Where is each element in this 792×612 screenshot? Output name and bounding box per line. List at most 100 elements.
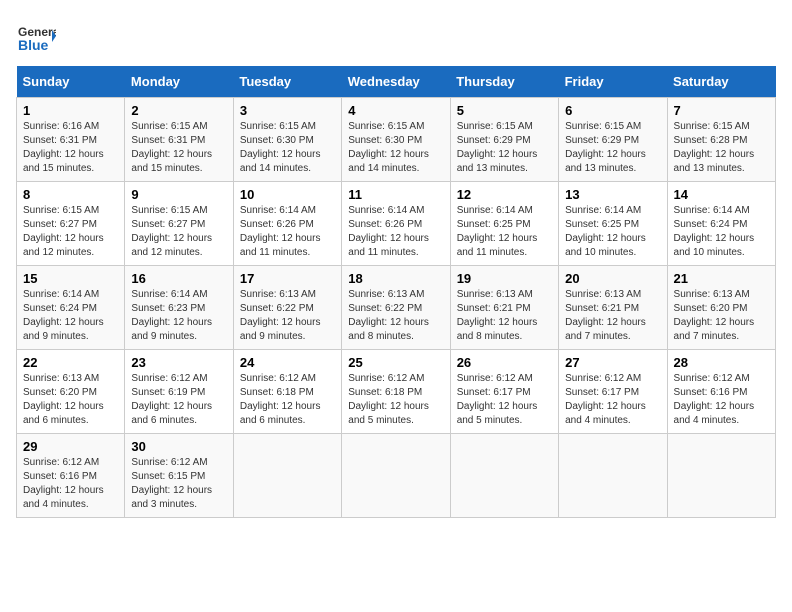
logo: General Blue <box>16 16 56 56</box>
day-number: 20 <box>565 271 660 286</box>
calendar-table: SundayMondayTuesdayWednesdayThursdayFrid… <box>16 66 776 518</box>
day-header-thursday: Thursday <box>450 66 558 98</box>
day-info: Sunrise: 6:12 AM Sunset: 6:18 PM Dayligh… <box>240 372 335 428</box>
calendar-cell: 26 Sunrise: 6:12 AM Sunset: 6:17 PM Dayli… <box>450 350 558 434</box>
calendar-cell: 18Sunrise: 6:13 AM Sunset: 6:22 PM Dayli… <box>342 266 450 350</box>
calendar-cell: 2Sunrise: 6:15 AM Sunset: 6:31 PM Daylig… <box>125 98 233 182</box>
day-info: Sunrise: 6:14 AM Sunset: 6:25 PM Dayligh… <box>457 204 552 260</box>
calendar-cell: 15 Sunrise: 6:14 AM Sunset: 6:24 PM Dayli… <box>17 266 125 350</box>
calendar-cell: 12 Sunrise: 6:14 AM Sunset: 6:25 PM Dayli… <box>450 182 558 266</box>
day-number: 28 <box>674 355 769 370</box>
day-number: 12 <box>457 187 552 202</box>
day-number: 14 <box>674 187 769 202</box>
week-row-2: 8 Sunrise: 6:15 AM Sunset: 6:27 PM Daylig… <box>17 182 776 266</box>
day-number: 2 <box>131 103 226 118</box>
calendar-cell: 8 Sunrise: 6:15 AM Sunset: 6:27 PM Daylig… <box>17 182 125 266</box>
calendar-cell: 17 Sunrise: 6:13 AM Sunset: 6:22 PM Dayli… <box>233 266 341 350</box>
day-number: 30 <box>131 439 226 454</box>
day-number: 7 <box>674 103 769 118</box>
day-number: 19 <box>457 271 552 286</box>
day-info: Sunrise: 6:12 AM Sunset: 6:17 PM Dayligh… <box>565 372 660 428</box>
calendar-cell: 7 Sunrise: 6:15 AM Sunset: 6:28 PM Daylig… <box>667 98 775 182</box>
day-info: Sunrise: 6:12 AM Sunset: 6:17 PM Dayligh… <box>457 372 552 428</box>
calendar-cell: 24 Sunrise: 6:12 AM Sunset: 6:18 PM Dayli… <box>233 350 341 434</box>
day-number: 5 <box>457 103 552 118</box>
calendar-cell <box>450 434 558 518</box>
day-info: Sunrise: 6:12 AM Sunset: 6:18 PM Dayligh… <box>348 372 443 428</box>
day-info: Sunrise: 6:15 AM Sunset: 6:27 PM Dayligh… <box>23 204 118 260</box>
day-info: Sunrise: 6:14 AM Sunset: 6:23 PM Dayligh… <box>131 288 226 344</box>
calendar-cell <box>667 434 775 518</box>
day-info: Sunrise: 6:14 AM Sunset: 6:26 PM Dayligh… <box>348 204 443 260</box>
day-info: Sunrise: 6:14 AM Sunset: 6:24 PM Dayligh… <box>23 288 118 344</box>
calendar-cell: 20 Sunrise: 6:13 AM Sunset: 6:21 PM Dayli… <box>559 266 667 350</box>
calendar-cell: 30 Sunrise: 6:12 AM Sunset: 6:15 PM Dayli… <box>125 434 233 518</box>
day-number: 27 <box>565 355 660 370</box>
day-info: Sunrise: 6:14 AM Sunset: 6:26 PM Dayligh… <box>240 204 335 260</box>
day-header-saturday: Saturday <box>667 66 775 98</box>
day-number: 23 <box>131 355 226 370</box>
day-number: 6 <box>565 103 660 118</box>
day-number: 16 <box>131 271 226 286</box>
calendar-cell: 6 Sunrise: 6:15 AM Sunset: 6:29 PM Daylig… <box>559 98 667 182</box>
day-number: 4 <box>348 103 443 118</box>
calendar-cell: 13 Sunrise: 6:14 AM Sunset: 6:25 PM Dayli… <box>559 182 667 266</box>
day-header-tuesday: Tuesday <box>233 66 341 98</box>
calendar-cell <box>559 434 667 518</box>
day-number: 25 <box>348 355 443 370</box>
day-header-friday: Friday <box>559 66 667 98</box>
day-info: Sunrise: 6:15 AM Sunset: 6:29 PM Dayligh… <box>457 120 552 176</box>
day-info: Sunrise: 6:15 AM Sunset: 6:30 PM Dayligh… <box>348 120 443 176</box>
day-number: 24 <box>240 355 335 370</box>
day-number: 17 <box>240 271 335 286</box>
calendar-cell: 14 Sunrise: 6:14 AM Sunset: 6:24 PM Dayli… <box>667 182 775 266</box>
day-info: Sunrise: 6:12 AM Sunset: 6:15 PM Dayligh… <box>131 456 226 512</box>
day-info: Sunrise: 6:14 AM Sunset: 6:24 PM Dayligh… <box>674 204 769 260</box>
day-info: Sunrise: 6:13 AM Sunset: 6:21 PM Dayligh… <box>457 288 552 344</box>
day-info: Sunrise: 6:13 AM Sunset: 6:22 PM Dayligh… <box>240 288 335 344</box>
day-number: 26 <box>457 355 552 370</box>
day-info: Sunrise: 6:12 AM Sunset: 6:16 PM Dayligh… <box>674 372 769 428</box>
day-number: 13 <box>565 187 660 202</box>
day-header-monday: Monday <box>125 66 233 98</box>
page-header: General Blue <box>16 16 776 56</box>
day-info: Sunrise: 6:12 AM Sunset: 6:16 PM Dayligh… <box>23 456 118 512</box>
week-row-1: 1Sunrise: 6:16 AM Sunset: 6:31 PM Daylig… <box>17 98 776 182</box>
day-info: Sunrise: 6:15 AM Sunset: 6:28 PM Dayligh… <box>674 120 769 176</box>
day-number: 10 <box>240 187 335 202</box>
day-number: 29 <box>23 439 118 454</box>
week-row-3: 15 Sunrise: 6:14 AM Sunset: 6:24 PM Dayli… <box>17 266 776 350</box>
calendar-cell: 5 Sunrise: 6:15 AM Sunset: 6:29 PM Daylig… <box>450 98 558 182</box>
day-header-row: SundayMondayTuesdayWednesdayThursdayFrid… <box>17 66 776 98</box>
day-number: 9 <box>131 187 226 202</box>
calendar-cell: 3 Sunrise: 6:15 AM Sunset: 6:30 PM Daylig… <box>233 98 341 182</box>
calendar-cell: 22 Sunrise: 6:13 AM Sunset: 6:20 PM Dayli… <box>17 350 125 434</box>
calendar-cell: 11 Sunrise: 6:14 AM Sunset: 6:26 PM Dayli… <box>342 182 450 266</box>
day-number: 3 <box>240 103 335 118</box>
day-number: 22 <box>23 355 118 370</box>
day-header-sunday: Sunday <box>17 66 125 98</box>
calendar-cell: 21Sunrise: 6:13 AM Sunset: 6:20 PM Dayli… <box>667 266 775 350</box>
calendar-cell: 16 Sunrise: 6:14 AM Sunset: 6:23 PM Dayli… <box>125 266 233 350</box>
day-header-wednesday: Wednesday <box>342 66 450 98</box>
day-info: Sunrise: 6:13 AM Sunset: 6:21 PM Dayligh… <box>565 288 660 344</box>
day-info: Sunrise: 6:14 AM Sunset: 6:25 PM Dayligh… <box>565 204 660 260</box>
logo-svg: General Blue <box>16 16 56 56</box>
day-number: 11 <box>348 187 443 202</box>
day-info: Sunrise: 6:13 AM Sunset: 6:20 PM Dayligh… <box>674 288 769 344</box>
day-number: 15 <box>23 271 118 286</box>
day-info: Sunrise: 6:15 AM Sunset: 6:29 PM Dayligh… <box>565 120 660 176</box>
calendar-cell: 29 Sunrise: 6:12 AM Sunset: 6:16 PM Dayli… <box>17 434 125 518</box>
calendar-cell: 28 Sunrise: 6:12 AM Sunset: 6:16 PM Dayli… <box>667 350 775 434</box>
day-info: Sunrise: 6:16 AM Sunset: 6:31 PM Dayligh… <box>23 120 118 176</box>
calendar-cell: 19 Sunrise: 6:13 AM Sunset: 6:21 PM Dayli… <box>450 266 558 350</box>
calendar-cell: 4 Sunrise: 6:15 AM Sunset: 6:30 PM Daylig… <box>342 98 450 182</box>
day-info: Sunrise: 6:15 AM Sunset: 6:30 PM Dayligh… <box>240 120 335 176</box>
calendar-cell: 23Sunrise: 6:12 AM Sunset: 6:19 PM Dayli… <box>125 350 233 434</box>
day-number: 8 <box>23 187 118 202</box>
week-row-5: 29 Sunrise: 6:12 AM Sunset: 6:16 PM Dayli… <box>17 434 776 518</box>
calendar-cell: 1Sunrise: 6:16 AM Sunset: 6:31 PM Daylig… <box>17 98 125 182</box>
calendar-cell: 25 Sunrise: 6:12 AM Sunset: 6:18 PM Dayli… <box>342 350 450 434</box>
day-info: Sunrise: 6:13 AM Sunset: 6:20 PM Dayligh… <box>23 372 118 428</box>
calendar-cell <box>342 434 450 518</box>
